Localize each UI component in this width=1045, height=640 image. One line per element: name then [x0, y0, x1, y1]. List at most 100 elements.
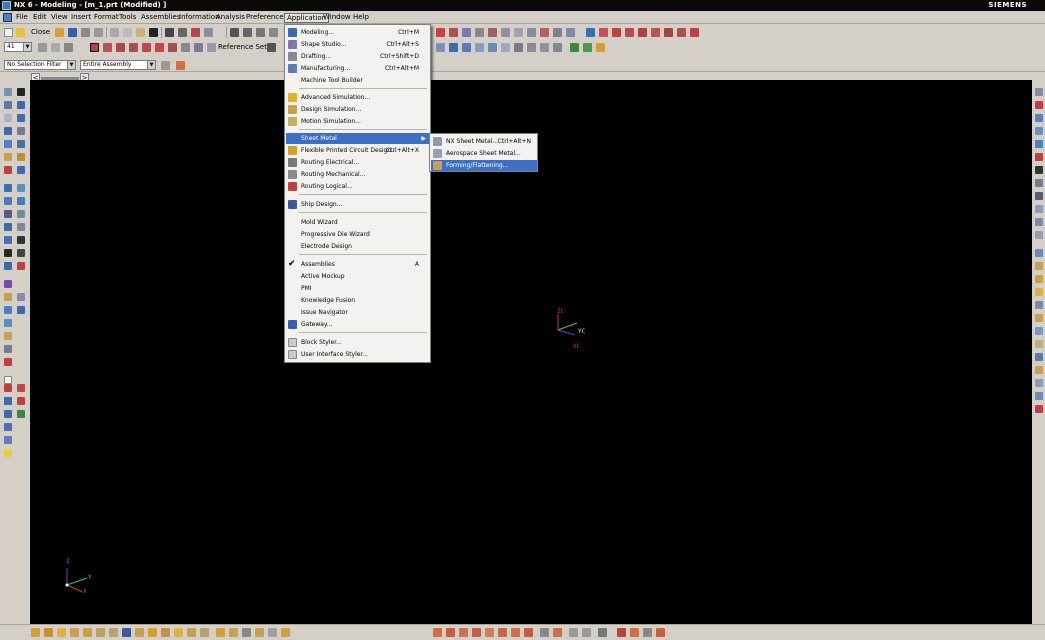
emboss-icon[interactable] [4, 423, 12, 431]
part-navigator-tab-icon[interactable] [1035, 114, 1043, 122]
zoom-icon[interactable] [527, 43, 536, 52]
wcs-display-icon[interactable] [155, 43, 164, 52]
palette-icon-13[interactable] [1035, 405, 1043, 413]
extend-icon[interactable] [449, 28, 458, 37]
reuse-library-icon[interactable] [4, 114, 12, 122]
redo-icon[interactable] [178, 28, 187, 37]
window-control-icon[interactable] [3, 13, 12, 22]
feature-icon-15[interactable] [216, 628, 225, 637]
palette-icon-4[interactable] [1035, 288, 1043, 296]
show-hide-icon[interactable] [181, 43, 190, 52]
chamfer-curve-icon[interactable] [690, 28, 699, 37]
datum-axis-icon[interactable] [17, 262, 25, 270]
shell-icon[interactable] [4, 184, 12, 192]
arc-icon[interactable] [243, 28, 252, 37]
subtract-icon[interactable] [17, 223, 25, 231]
print-icon[interactable] [81, 28, 90, 37]
perspective-icon[interactable] [583, 43, 592, 52]
intersect-icon[interactable] [4, 236, 12, 244]
snap-icon-8[interactable] [524, 628, 533, 637]
snap-icon-14[interactable] [617, 628, 626, 637]
polygon-icon[interactable] [638, 28, 647, 37]
feature-icon-13[interactable] [187, 628, 196, 637]
orient-view-icon[interactable] [570, 43, 579, 52]
submenu-item-aerospace-sheet-metal[interactable]: Aerospace Sheet Metal... [431, 148, 537, 159]
measure-icon[interactable] [17, 249, 25, 257]
curve-network-icon[interactable] [4, 280, 12, 288]
trim-body-icon[interactable] [4, 210, 12, 218]
snap-point-icon[interactable] [90, 43, 99, 52]
palette-icon-6[interactable] [1035, 314, 1043, 322]
system-scenes-tab-icon[interactable] [1035, 231, 1043, 239]
layer-combo[interactable]: 41 ▼ [4, 42, 32, 52]
feature-icon-16[interactable] [229, 628, 238, 637]
unite-icon[interactable] [4, 223, 12, 231]
sew-icon[interactable] [4, 319, 12, 327]
menu-edit[interactable]: Edit [31, 13, 49, 23]
layer-settings-icon[interactable] [64, 43, 73, 52]
plane-icon[interactable] [4, 410, 12, 418]
offset-curve-icon[interactable] [462, 28, 471, 37]
line-icon[interactable] [230, 28, 239, 37]
datum-csys-icon[interactable] [17, 397, 25, 405]
offset-surface-icon[interactable] [17, 306, 25, 314]
snap-icon-1[interactable] [433, 628, 442, 637]
face-analysis-icon[interactable] [475, 43, 484, 52]
n-sided-surface-icon[interactable] [4, 332, 12, 340]
menu-tools[interactable]: Tools [117, 13, 138, 23]
plot-icon[interactable] [94, 28, 103, 37]
menu-insert[interactable]: Insert [69, 13, 93, 23]
thicken-icon[interactable] [4, 358, 12, 366]
close-button[interactable]: Close [31, 28, 50, 37]
intersect-curve-icon[interactable] [514, 28, 523, 37]
hd3d-tab-icon[interactable] [1035, 140, 1043, 148]
curve-icon[interactable] [269, 28, 278, 37]
revolve-icon[interactable] [4, 127, 12, 135]
menu-item-advanced-simulation[interactable]: Advanced Simulation... [286, 92, 429, 103]
snap-icon-3[interactable] [459, 628, 468, 637]
web-browser-tab-icon[interactable] [1035, 153, 1043, 161]
parabola-icon[interactable] [664, 28, 673, 37]
menu-analysis[interactable]: Analysis [214, 13, 247, 23]
draft-icon[interactable] [17, 184, 25, 192]
menu-item-routing-mechanical[interactable]: Routing Mechanical... [286, 169, 429, 180]
menu-item-gateway[interactable]: Gateway... [286, 319, 429, 330]
snap-icon-17[interactable] [656, 628, 665, 637]
bounded-plane-icon[interactable] [4, 345, 12, 353]
reference-sets-button[interactable]: Reference Sets [218, 43, 271, 52]
palette-icon-11[interactable] [1035, 379, 1043, 387]
snap-icon-6[interactable] [498, 628, 507, 637]
project-curve-icon[interactable] [501, 28, 510, 37]
menu-view[interactable]: View [49, 13, 70, 23]
feature-icon-7[interactable] [109, 628, 118, 637]
law-curve-icon[interactable] [612, 28, 621, 37]
system-materials-tab-icon[interactable] [1035, 179, 1043, 187]
mirror-icon[interactable] [17, 197, 25, 205]
menu-item-issue-navigator[interactable]: Issue Navigator [286, 307, 429, 318]
save-icon[interactable] [68, 28, 77, 37]
palette-icon-5[interactable] [1035, 301, 1043, 309]
wrap-icon[interactable] [540, 28, 549, 37]
reuse-library-tab-icon[interactable] [1035, 127, 1043, 135]
palette-icon-7[interactable] [1035, 327, 1043, 335]
spline-icon[interactable] [256, 28, 265, 37]
pocket-icon[interactable] [4, 153, 12, 161]
palette-icon-2[interactable] [1035, 262, 1043, 270]
feature-icon-3[interactable] [57, 628, 66, 637]
menu-item-drafting[interactable]: Drafting... Ctrl+Shift+D [286, 51, 429, 62]
paste-icon[interactable] [136, 28, 145, 37]
point-icon[interactable] [4, 376, 12, 384]
part-navigator-icon[interactable] [4, 101, 12, 109]
snap-icon-11[interactable] [569, 628, 578, 637]
menu-item-manufacturing[interactable]: Manufacturing... Ctrl+Alt+M [286, 63, 429, 74]
palette-icon-10[interactable] [1035, 366, 1043, 374]
feature-icon-17[interactable] [242, 628, 251, 637]
sketch-icon[interactable] [17, 127, 25, 135]
expression-icon[interactable] [4, 249, 12, 257]
light-bulb-icon[interactable] [4, 449, 12, 457]
shaded-icon[interactable] [436, 43, 445, 52]
blend-icon[interactable] [4, 166, 12, 174]
snap-icon-16[interactable] [643, 628, 652, 637]
extrude-icon[interactable] [17, 114, 25, 122]
menu-item-pmi[interactable]: PMI [286, 283, 429, 294]
